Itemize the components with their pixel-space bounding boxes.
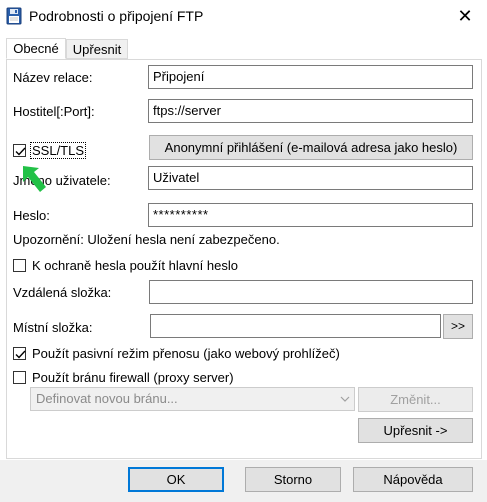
floppy-disk-icon bbox=[6, 7, 22, 25]
local-folder-field[interactable] bbox=[150, 314, 441, 338]
checkmark-icon bbox=[15, 350, 26, 359]
host-label: Hostitel[:Port]: bbox=[13, 104, 95, 119]
password-field[interactable]: ********** bbox=[148, 203, 473, 227]
help-button[interactable]: Nápověda bbox=[353, 467, 473, 492]
host-field[interactable]: ftps://server bbox=[148, 99, 473, 123]
remote-folder-label: Vzdálená složka: bbox=[13, 285, 112, 300]
tab-advanced[interactable]: Upřesnit bbox=[66, 39, 128, 59]
green-arrow-icon bbox=[22, 164, 52, 198]
session-name-label: Název relace: bbox=[13, 70, 93, 85]
chevron-down-icon bbox=[340, 388, 350, 417]
username-field[interactable]: Uživatel bbox=[148, 166, 473, 190]
anonymous-login-button[interactable]: Anonymní přihlášení (e-mailová adresa ja… bbox=[149, 135, 473, 160]
ssl-tls-label[interactable]: SSL/TLS bbox=[30, 142, 87, 159]
remote-folder-field[interactable] bbox=[149, 280, 473, 304]
master-password-label[interactable]: K ochraně hesla použít hlavní heslo bbox=[32, 258, 238, 273]
browse-local-folder-button[interactable]: >> bbox=[443, 314, 473, 339]
ok-button[interactable]: OK bbox=[128, 467, 224, 492]
password-label: Heslo: bbox=[13, 208, 50, 223]
passive-mode-label[interactable]: Použít pasivní režim přenosu (jako webov… bbox=[32, 346, 340, 361]
advanced-button[interactable]: Upřesnit -> bbox=[358, 418, 473, 443]
ssl-tls-checkbox[interactable] bbox=[13, 144, 26, 157]
cancel-button[interactable]: Storno bbox=[245, 467, 341, 492]
close-icon[interactable]: ✕ bbox=[452, 4, 478, 28]
checkmark-icon bbox=[15, 147, 26, 156]
firewall-checkbox[interactable] bbox=[13, 371, 26, 384]
window-title: Podrobnosti o připojení FTP bbox=[29, 8, 204, 24]
password-warning: Upozornění: Uložení hesla není zabezpeče… bbox=[13, 232, 280, 247]
firewall-label[interactable]: Použít bránu firewall (proxy server) bbox=[32, 370, 234, 385]
tab-general[interactable]: Obecné bbox=[6, 38, 66, 59]
firewall-select-value: Definovat novou bránu... bbox=[36, 391, 178, 406]
master-password-checkbox[interactable] bbox=[13, 259, 26, 272]
session-name-field[interactable]: Připojení bbox=[148, 65, 473, 89]
passive-mode-checkbox[interactable] bbox=[13, 347, 26, 360]
local-folder-label: Místní složka: bbox=[13, 320, 93, 335]
firewall-select[interactable]: Definovat novou bránu... bbox=[30, 387, 355, 411]
change-button[interactable]: Změnit... bbox=[358, 387, 473, 412]
